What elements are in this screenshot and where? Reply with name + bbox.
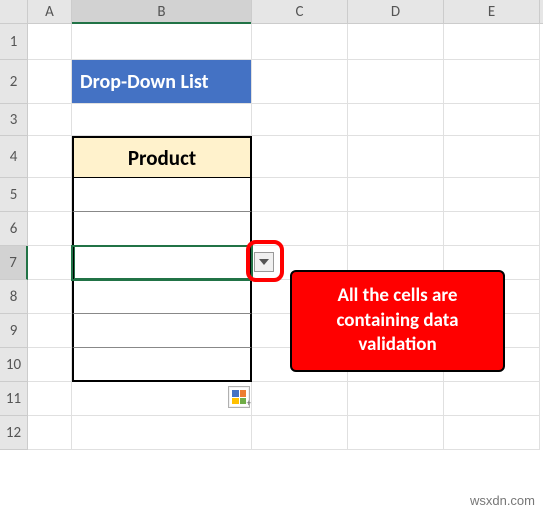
cell-E3[interactable] [444,104,540,136]
cell-C4[interactable] [252,136,348,178]
cell-C5[interactable] [252,178,348,212]
column-header-row: A B C D E [0,0,543,24]
callout-line: All the cells are [306,284,489,309]
table-row[interactable] [72,280,252,314]
cell-E11[interactable] [444,382,540,416]
cell-A6[interactable] [28,212,72,246]
cell-B1[interactable] [72,24,252,60]
cell-D3[interactable] [348,104,444,136]
col-header-E[interactable]: E [444,0,540,23]
table-row[interactable] [72,178,252,212]
cell-C6[interactable] [252,212,348,246]
callout-line: validation [306,333,489,358]
cell-A2[interactable] [28,60,72,104]
row-header-12[interactable]: 12 [0,416,28,450]
cell-C3[interactable] [252,104,348,136]
cell-A11[interactable] [28,382,72,416]
cell-E4[interactable] [444,136,540,178]
callout-line: containing data [306,309,489,334]
cell-A12[interactable] [28,416,72,450]
cell-E5[interactable] [444,178,540,212]
cell-D4[interactable] [348,136,444,178]
table-row[interactable] [72,314,252,348]
row-header-9[interactable]: 9 [0,314,28,348]
row-header-10[interactable]: 10 [0,348,28,382]
cell-grid: Drop-Down List Product [28,24,543,450]
table-row[interactable] [72,212,252,246]
row-header-4[interactable]: 4 [0,136,28,178]
plus-icon: + [247,398,251,409]
autofill-options-button[interactable]: + [228,386,250,408]
cell-E1[interactable] [444,24,540,60]
col-header-B[interactable]: B [72,0,252,23]
table-header[interactable]: Product [72,136,252,178]
autofill-icon [232,390,246,404]
banner-cell[interactable]: Drop-Down List [72,60,252,104]
annotation-callout: All the cells are containing data valida… [290,270,505,372]
cell-D11[interactable] [348,382,444,416]
dropdown-button[interactable] [254,252,274,272]
cell-E2[interactable] [444,60,540,104]
row-header-3[interactable]: 3 [0,104,28,136]
cell-A1[interactable] [28,24,72,60]
row-header-11[interactable]: 11 [0,382,28,416]
chevron-down-icon [259,259,269,265]
row-header-8[interactable]: 8 [0,280,28,314]
spreadsheet: A B C D E 1 2 3 4 5 6 7 8 9 10 11 12 [0,0,543,512]
cell-D1[interactable] [348,24,444,60]
row-header-7[interactable]: 7 [0,246,28,280]
cell-D6[interactable] [348,212,444,246]
row-header-5[interactable]: 5 [0,178,28,212]
select-all-corner[interactable] [0,0,28,23]
cell-C1[interactable] [252,24,348,60]
cell-E6[interactable] [444,212,540,246]
row-header-col: 1 2 3 4 5 6 7 8 9 10 11 12 [0,24,28,450]
cell-C12[interactable] [252,416,348,450]
row-header-2[interactable]: 2 [0,60,28,104]
cell-B12[interactable] [72,416,252,450]
cell-D5[interactable] [348,178,444,212]
watermark: wsxdn.com [470,493,535,508]
row-header-1[interactable]: 1 [0,24,28,60]
cell-C11[interactable] [252,382,348,416]
col-header-D[interactable]: D [348,0,444,23]
cell-C2[interactable] [252,60,348,104]
cell-A10[interactable] [28,348,72,382]
row-header-6[interactable]: 6 [0,212,28,246]
table-row[interactable] [72,348,252,382]
cell-B3[interactable] [72,104,252,136]
cell-B11[interactable] [72,382,252,416]
col-header-A[interactable]: A [28,0,72,23]
table-row[interactable] [72,246,252,280]
cell-A9[interactable] [28,314,72,348]
cell-E12[interactable] [444,416,540,450]
cell-A4[interactable] [28,136,72,178]
cell-A7[interactable] [28,246,72,280]
cell-A3[interactable] [28,104,72,136]
col-header-C[interactable]: C [252,0,348,23]
cell-A8[interactable] [28,280,72,314]
cell-A5[interactable] [28,178,72,212]
cell-D2[interactable] [348,60,444,104]
cell-D12[interactable] [348,416,444,450]
